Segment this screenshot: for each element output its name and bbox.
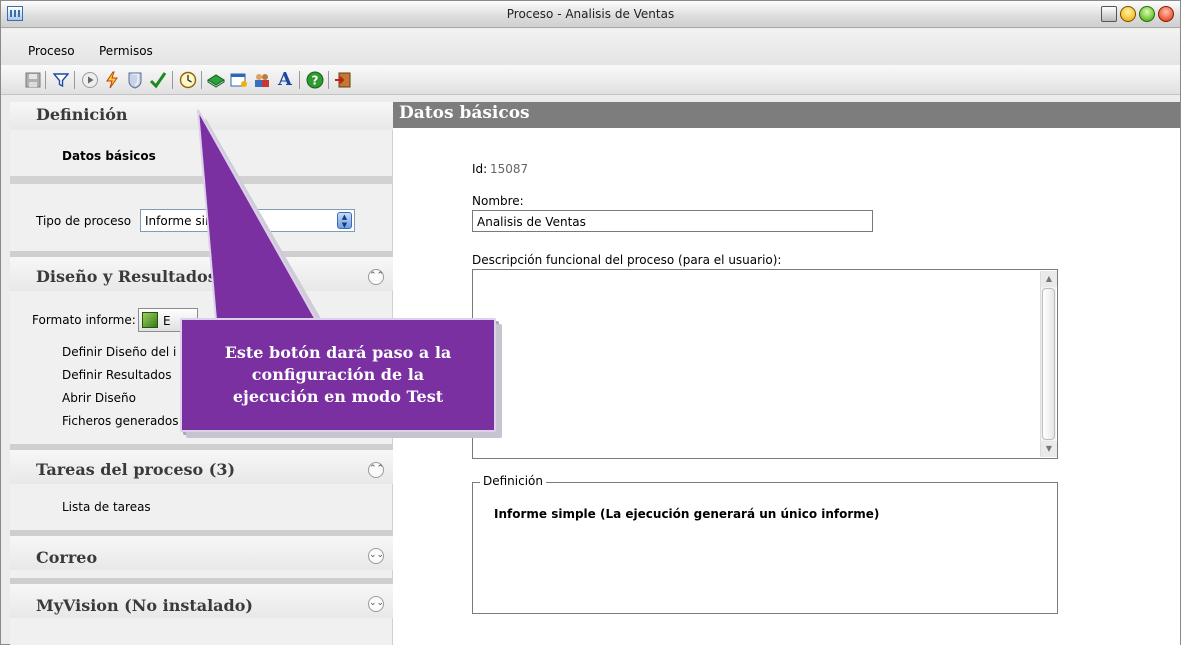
descripcion-label: Descripción funcional del proceso (para … [472, 253, 782, 267]
check-icon[interactable] [148, 70, 168, 90]
formato-informe-label: Formato informe: [32, 313, 136, 327]
link-lista-tareas[interactable]: Lista de tareas [62, 500, 151, 514]
link-definir-resultados[interactable]: Definir Resultados [62, 368, 172, 382]
excel-icon [142, 312, 158, 328]
scroll-thumb[interactable] [1042, 288, 1055, 440]
divider [10, 176, 393, 184]
print-icon[interactable] [1101, 6, 1117, 22]
descripcion-textarea[interactable]: ▲ ▼ [472, 269, 1058, 459]
link-datos-basicos[interactable]: Datos básicos [62, 149, 156, 163]
scroll-down-icon[interactable]: ▼ [1041, 441, 1057, 457]
select-arrows-icon: ▲ ▼ [337, 212, 352, 229]
exit-icon[interactable] [333, 70, 353, 90]
main-panel: Datos básicos Id: 15087 Nombre: Analisis… [393, 102, 1180, 645]
menu-permisos[interactable]: Permisos [99, 44, 153, 58]
main-header: Datos básicos [393, 102, 1180, 128]
shield-icon[interactable] [125, 70, 145, 90]
section-myvision[interactable]: MyVision (No instalado) ⌄⌄ [10, 578, 393, 618]
minimize-button[interactable] [1120, 6, 1136, 22]
section-myvision-label: MyVision (No instalado) [36, 596, 253, 615]
window-icon[interactable] [229, 70, 249, 90]
toolbar-separator [74, 71, 75, 89]
descripcion-scrollbar[interactable]: ▲ ▼ [1040, 271, 1057, 457]
menu-proceso[interactable]: Proceso [28, 44, 75, 58]
toolbar-separator [328, 71, 329, 89]
formato-informe-select[interactable]: E [138, 308, 198, 332]
id-value: 15087 [490, 162, 529, 176]
lightning-icon[interactable] [102, 70, 122, 90]
link-abrir-diseno[interactable]: Abrir Diseño [62, 391, 136, 405]
section-definicion-label: Definición [36, 105, 128, 124]
close-button[interactable] [1158, 6, 1174, 22]
toolbar-separator [45, 71, 46, 89]
definicion-group: Definición Informe simple (La ejecución … [472, 474, 1058, 614]
scroll-up-icon[interactable]: ▲ [1041, 271, 1057, 287]
toolbar-separator [172, 71, 173, 89]
definicion-text: Informe simple (La ejecución generará un… [494, 507, 880, 521]
book-icon[interactable] [206, 70, 226, 90]
left-panel: Definición Datos básicos Tipo de proceso… [10, 102, 393, 645]
toolbar-separator [201, 71, 202, 89]
definicion-legend: Definición [480, 474, 546, 488]
link-ficheros-generados[interactable]: Ficheros generados [62, 414, 179, 428]
section-tareas-label: Tareas del proceso (3) [36, 460, 236, 479]
nombre-input[interactable]: Analisis de Ventas [472, 210, 873, 232]
expand-icon[interactable]: ⌄⌄ [368, 548, 384, 564]
people-icon[interactable] [252, 70, 272, 90]
run-icon[interactable] [80, 70, 100, 90]
nombre-value: Analisis de Ventas [477, 215, 586, 229]
tipo-proceso-select[interactable]: Informe sin ▲ ▼ [140, 209, 355, 232]
menu-bar: Proceso Permisos [1, 29, 1180, 65]
expand-icon[interactable]: ⌄⌄ [368, 596, 384, 612]
save-icon[interactable] [23, 70, 43, 90]
tipo-proceso-value: Informe sin [145, 214, 213, 228]
nombre-label: Nombre: [472, 194, 524, 208]
title-bar: Proceso - Analisis de Ventas [1, 1, 1180, 28]
main-header-title: Datos básicos [399, 103, 530, 123]
section-diseno-label: Diseño y Resultados [36, 267, 217, 286]
maximize-button[interactable] [1139, 6, 1155, 22]
window-title: Proceso - Analisis de Ventas [506, 7, 675, 21]
collapse-icon[interactable]: ⌃⌃ [368, 462, 384, 478]
help-icon[interactable]: ? [305, 70, 325, 90]
toolbar-separator [299, 71, 300, 89]
tipo-proceso-label: Tipo de proceso [36, 214, 132, 228]
link-definir-diseno[interactable]: Definir Diseño del i [62, 345, 176, 359]
app-window: Proceso - Analisis de Ventas Proceso Per… [0, 0, 1181, 645]
section-correo[interactable]: Correo ⌄⌄ [10, 530, 393, 570]
section-correo-label: Correo [36, 548, 98, 567]
section-diseno[interactable]: Diseño y Resultados ⌃⌃ [10, 251, 393, 291]
formato-informe-value: E [163, 314, 171, 328]
svg-text:?: ? [312, 74, 319, 88]
section-definicion[interactable]: Definición [10, 102, 393, 130]
window-controls [1101, 6, 1174, 22]
section-tareas[interactable]: Tareas del proceso (3) ⌃⌃ [10, 444, 393, 484]
filter-icon[interactable] [51, 70, 71, 90]
toolbar: A ? [1, 65, 1180, 95]
font-icon[interactable]: A [275, 70, 295, 90]
collapse-icon[interactable]: ⌃⌃ [368, 269, 384, 285]
id-label: Id: [472, 162, 488, 176]
clock-icon[interactable] [178, 70, 198, 90]
